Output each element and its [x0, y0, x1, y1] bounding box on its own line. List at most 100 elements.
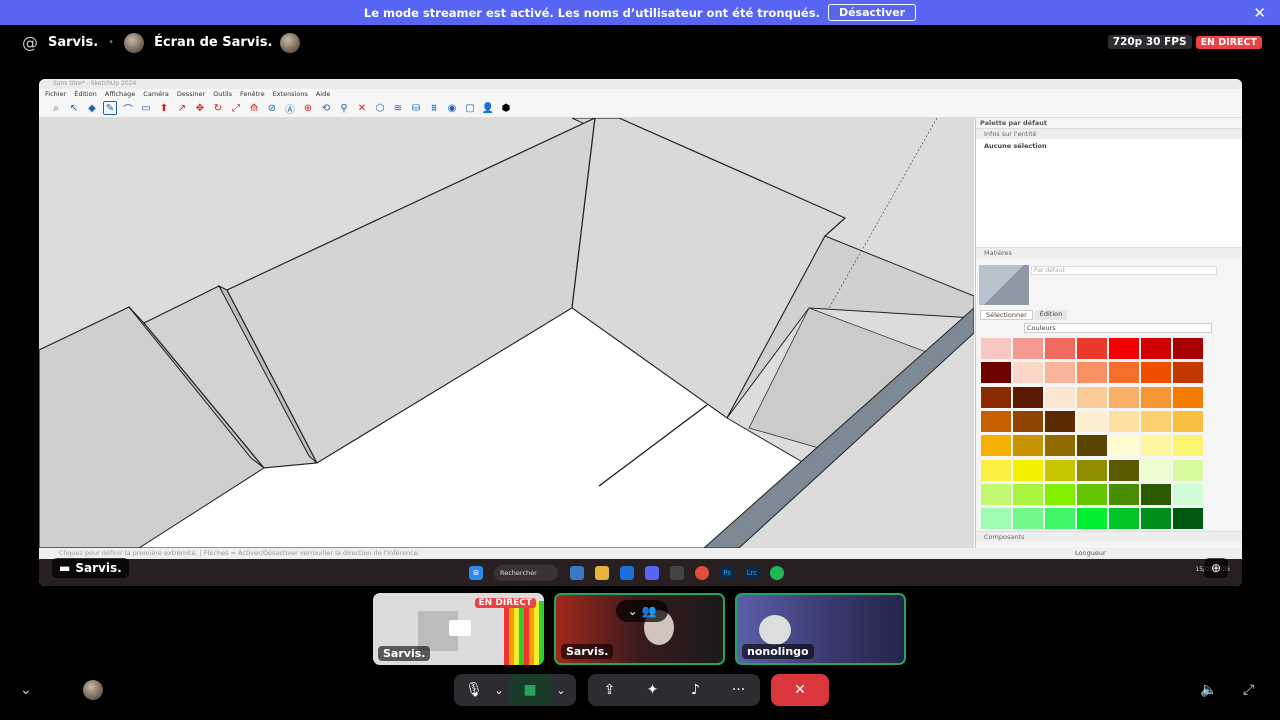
- color-swatch[interactable]: [981, 410, 1011, 432]
- color-swatch[interactable]: [1141, 362, 1171, 384]
- extension-icon[interactable]: ≋: [391, 101, 405, 115]
- color-swatch[interactable]: [1045, 362, 1075, 384]
- color-swatch[interactable]: [1173, 435, 1203, 457]
- color-swatch[interactable]: [1109, 508, 1139, 530]
- activities-icon[interactable]: ✦: [631, 682, 674, 698]
- tab-select[interactable]: Sélectionner: [980, 310, 1033, 320]
- text-tool-icon[interactable]: Ⓐ: [283, 101, 297, 116]
- tab-edit[interactable]: Édition: [1034, 310, 1068, 320]
- color-swatch[interactable]: [1109, 362, 1139, 384]
- menu-item[interactable]: Affichage: [105, 89, 136, 99]
- search-icon[interactable]: ⌕: [49, 101, 63, 115]
- color-swatch[interactable]: [1077, 386, 1107, 408]
- fullscreen-icon[interactable]: ⤢: [1243, 682, 1254, 698]
- color-swatch[interactable]: [1141, 508, 1171, 530]
- participant-tile-nonolingo[interactable]: nonolingo: [735, 593, 906, 665]
- warehouse-icon[interactable]: ⬡: [373, 101, 387, 115]
- materials-section[interactable]: Matières: [976, 247, 1242, 258]
- color-swatch[interactable]: [1045, 508, 1075, 530]
- zoom-icon[interactable]: ⚲: [337, 101, 351, 115]
- app-icon[interactable]: [620, 565, 634, 580]
- color-swatch[interactable]: [1141, 459, 1171, 481]
- section-plane-icon[interactable]: ⊕: [301, 101, 315, 115]
- orbit-icon[interactable]: ⟲: [319, 101, 333, 115]
- color-swatch[interactable]: [1173, 338, 1203, 359]
- rectangle-tool-icon[interactable]: ▭: [139, 101, 153, 115]
- color-swatch[interactable]: [1173, 362, 1203, 384]
- color-swatch[interactable]: [1045, 338, 1075, 359]
- scale-tool-icon[interactable]: ⤢: [229, 101, 243, 115]
- mic-options-chevron-icon[interactable]: ⌄: [489, 684, 509, 697]
- color-swatch[interactable]: [1141, 386, 1171, 408]
- color-swatch[interactable]: [981, 508, 1011, 530]
- color-swatch[interactable]: [981, 459, 1011, 481]
- color-swatch[interactable]: [981, 435, 1011, 457]
- color-swatch[interactable]: [981, 338, 1011, 359]
- color-swatch[interactable]: [1109, 386, 1139, 408]
- soundboard-icon[interactable]: ♪: [674, 682, 717, 698]
- color-swatch[interactable]: [1141, 410, 1171, 432]
- arc-tool-icon[interactable]: ⌒: [121, 101, 135, 116]
- menu-item[interactable]: Extensions: [273, 89, 308, 99]
- zoom-extents-icon[interactable]: ✕: [355, 101, 369, 115]
- people-icon[interactable]: ⌄ 👥: [616, 600, 668, 622]
- components-section[interactable]: Composants: [976, 531, 1242, 542]
- color-swatch[interactable]: [1109, 483, 1139, 505]
- color-swatch[interactable]: [1141, 435, 1171, 457]
- lightroom-icon[interactable]: Lrc: [745, 565, 759, 580]
- color-swatch[interactable]: [1013, 410, 1043, 432]
- menu-item[interactable]: Caméra: [143, 89, 169, 99]
- photoshop-icon[interactable]: Ps: [720, 565, 734, 580]
- color-swatch[interactable]: [1013, 459, 1043, 481]
- color-swatch[interactable]: [1109, 435, 1139, 457]
- self-avatar[interactable]: [83, 680, 103, 700]
- camera-icon[interactable]: ■: [509, 674, 551, 706]
- zoom-in-icon[interactable]: ⊕: [1204, 558, 1228, 578]
- color-swatch[interactable]: [1077, 459, 1107, 481]
- sandbox-icon[interactable]: ⩩: [427, 101, 441, 115]
- color-swatch[interactable]: [1013, 483, 1043, 505]
- taskbar-search[interactable]: Rechercher: [494, 564, 558, 581]
- screen-share-icon[interactable]: ⇪: [588, 682, 631, 698]
- menu-item[interactable]: Fenêtre: [240, 89, 265, 99]
- user-icon[interactable]: 👤: [481, 101, 495, 115]
- tape-measure-icon[interactable]: ⊘: [265, 101, 279, 115]
- channel-name[interactable]: Sarvis.: [48, 35, 98, 50]
- select-tool-icon[interactable]: ↖: [67, 101, 81, 115]
- sketchup-viewport[interactable]: [39, 118, 974, 548]
- page-icon[interactable]: ▢: [463, 101, 477, 115]
- color-swatch[interactable]: [1013, 362, 1043, 384]
- push-pull-icon[interactable]: ⬆: [157, 101, 171, 115]
- volume-icon[interactable]: 🔈: [1200, 682, 1217, 698]
- color-swatch[interactable]: [1077, 362, 1107, 384]
- disable-streamer-mode-button[interactable]: Désactiver: [827, 4, 917, 21]
- color-swatch[interactable]: [1109, 338, 1139, 359]
- participant-tile-sarvis[interactable]: ⌄ 👥 Sarvis.: [554, 593, 725, 665]
- app2-icon[interactable]: [670, 565, 684, 580]
- collapse-chevron-icon[interactable]: ⌄: [20, 682, 32, 698]
- discord-icon[interactable]: [645, 565, 659, 580]
- color-swatch[interactable]: [1109, 459, 1139, 481]
- view-icon[interactable]: ◉: [445, 101, 459, 115]
- color-swatch[interactable]: [1173, 508, 1203, 530]
- microphone-icon[interactable]: 🎙: [459, 682, 489, 698]
- entity-info-section[interactable]: Infos sur l'entité: [976, 128, 1242, 139]
- windows-start-icon[interactable]: ⊞: [469, 565, 483, 580]
- rotate-tool-icon[interactable]: ↻: [211, 101, 225, 115]
- menu-item[interactable]: Édition: [74, 89, 97, 99]
- color-swatch[interactable]: [1173, 483, 1203, 505]
- menu-item[interactable]: Aide: [316, 89, 330, 99]
- follow-me-icon[interactable]: ↗: [175, 101, 189, 115]
- color-swatch[interactable]: [1109, 410, 1139, 432]
- color-swatch[interactable]: [981, 386, 1011, 408]
- color-swatch[interactable]: [1045, 410, 1075, 432]
- file-explorer-icon[interactable]: [570, 565, 584, 580]
- menu-item[interactable]: Fichier: [45, 89, 66, 99]
- disconnect-button[interactable]: ✕: [771, 674, 829, 706]
- color-swatch[interactable]: [1141, 483, 1171, 505]
- camera-options-chevron-icon[interactable]: ⌄: [551, 684, 571, 697]
- menu-item[interactable]: Outils: [213, 89, 232, 99]
- more-options-icon[interactable]: ···: [717, 682, 760, 698]
- color-swatch[interactable]: [1173, 459, 1203, 481]
- color-swatch[interactable]: [1045, 483, 1075, 505]
